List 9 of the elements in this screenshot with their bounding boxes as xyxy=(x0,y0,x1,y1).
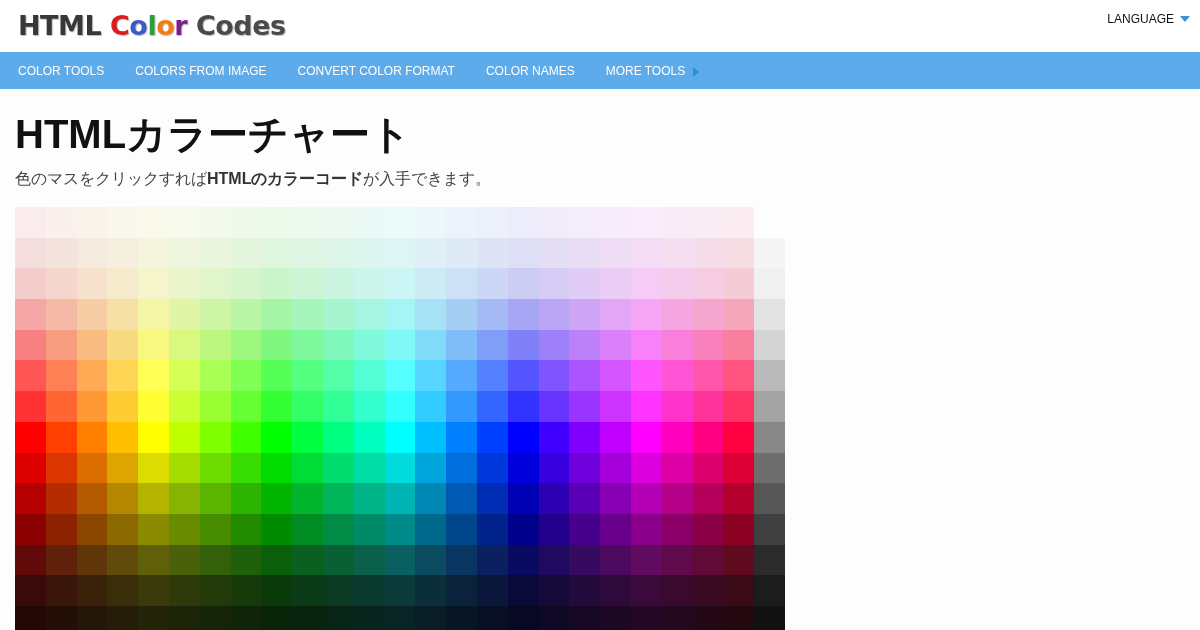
nav-link[interactable]: CONVERT COLOR FORMAT xyxy=(297,63,455,78)
page-title: HTMLカラーチャート xyxy=(15,111,413,157)
intro-text: 色のマスをクリックすればHTMLのカラーコードが入手できます。 xyxy=(15,169,493,189)
nav-link[interactable]: MORE TOOLS xyxy=(605,63,700,78)
nav-link[interactable]: COLOR NAMES xyxy=(485,63,575,78)
nav-link[interactable]: COLOR TOOLS xyxy=(18,63,105,78)
nav-link[interactable]: COLORS FROM IMAGE xyxy=(135,63,267,78)
site-logo[interactable]: HTML Color Codes xyxy=(18,8,286,44)
language-dropdown[interactable]: LANGUAGE xyxy=(1107,10,1190,28)
